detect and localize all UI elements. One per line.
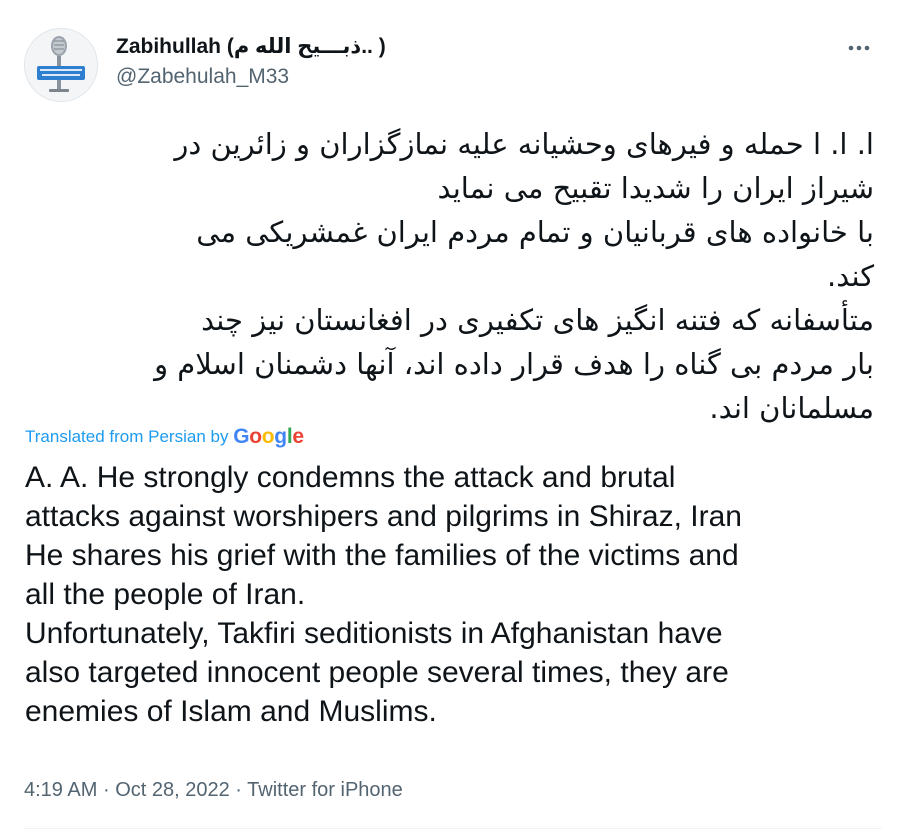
google-logo-icon: Google: [233, 425, 304, 448]
tweet-translated-text: A. A. He strongly condemns the attack an…: [25, 461, 742, 728]
translated-label: Translated from Persian by: [25, 427, 229, 446]
meta-separator: ·: [102, 779, 110, 801]
tweet-original-text: ا. ا. ا حمله و فیرهای وحشیانه علیه نمازگ…: [154, 127, 874, 425]
tweet-date[interactable]: Oct 28, 2022: [115, 779, 230, 801]
tweet-source[interactable]: Twitter for iPhone: [247, 779, 403, 801]
microphone-avatar-icon: [25, 29, 97, 101]
user-names: Zabihullah (ذبـــیح الله م.. ) @Zabehula…: [116, 34, 386, 91]
display-name[interactable]: Zabihullah (ذبـــیح الله م.. ): [116, 34, 386, 60]
user-handle[interactable]: @Zabehulah_M33: [116, 63, 386, 91]
tweet-metadata: 4:19 AM · Oct 28, 2022 · Twitter for iPh…: [24, 777, 403, 803]
divider: [24, 828, 882, 829]
avatar[interactable]: [24, 28, 98, 102]
tweet-time[interactable]: 4:19 AM: [24, 779, 97, 801]
ellipsis-icon: [848, 45, 870, 51]
google-logo-letter: o: [261, 425, 275, 448]
tweet-header: Zabihullah (ذبـــیح الله م.. ) @Zabehula…: [24, 26, 884, 106]
meta-separator: ·: [235, 779, 242, 801]
tweet: Zabihullah (ذبـــیح الله م.. ) @Zabehula…: [0, 0, 906, 835]
google-logo-letter: e: [292, 425, 304, 448]
more-options-button[interactable]: [842, 38, 876, 58]
translation-attribution[interactable]: Translated from Persian by Google: [25, 426, 304, 448]
google-logo-letter: G: [233, 425, 250, 448]
google-logo-letter: o: [249, 425, 262, 448]
google-logo-letter: g: [274, 425, 287, 448]
